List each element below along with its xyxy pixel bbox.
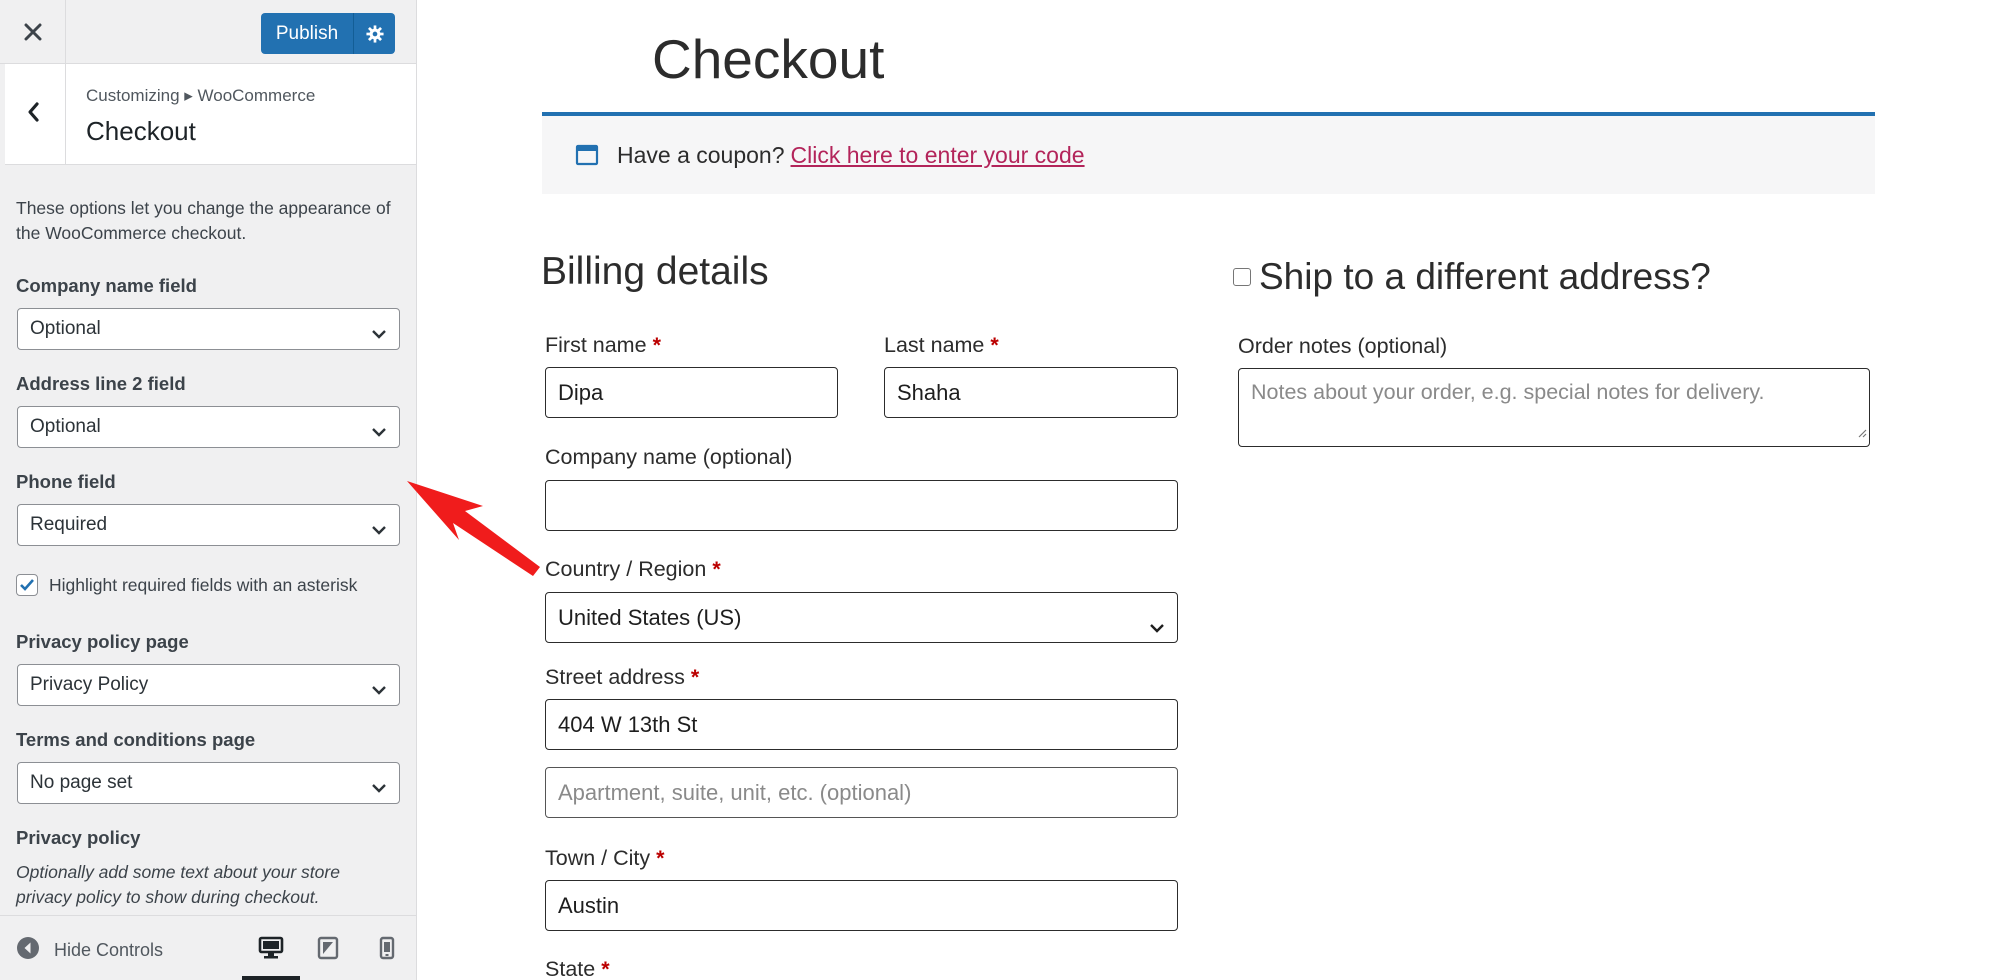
close-icon	[24, 15, 42, 49]
required-mark: *	[990, 333, 999, 357]
chevron-down-icon	[371, 777, 387, 799]
coupon-text: Have a coupon?	[617, 141, 785, 168]
chevron-down-icon	[371, 679, 387, 701]
terms-page-label: Terms and conditions page	[16, 729, 256, 750]
terms-page-value: No page set	[30, 772, 133, 793]
coupon-notice: Have a coupon? Click here to enter your …	[542, 112, 1875, 194]
customizer-footer: Hide Controls	[0, 915, 416, 980]
chevron-left-icon	[26, 101, 40, 128]
back-button[interactable]	[0, 64, 66, 165]
hide-controls-label: Hide Controls	[54, 940, 164, 960]
chevron-down-icon	[371, 323, 387, 345]
ship-different-label: Ship to a different address?	[1259, 256, 1711, 297]
settings-panel: These options let you change the appeara…	[16, 196, 406, 246]
phone-field-select[interactable]: Required	[17, 504, 400, 546]
close-customizer-button[interactable]	[0, 0, 66, 64]
window-icon	[575, 143, 599, 167]
country-select[interactable]: United States (US)	[545, 592, 1178, 643]
publish-button[interactable]: Publish	[261, 13, 395, 54]
privacy-page-select[interactable]: Privacy Policy	[17, 664, 400, 706]
privacy-page-value: Privacy Policy	[30, 674, 149, 695]
phone-field-label: Phone field	[16, 471, 116, 492]
required-mark: *	[652, 333, 661, 357]
chevron-down-icon	[371, 519, 387, 541]
required-mark: *	[601, 957, 610, 980]
phone-field-value: Required	[30, 514, 108, 535]
active-device-indicator	[242, 976, 300, 980]
publish-button-label: Publish	[275, 22, 339, 44]
state-label: State *	[545, 957, 610, 980]
company-field-value: Optional	[30, 318, 101, 339]
privacy-page-label: Privacy policy page	[16, 631, 189, 652]
device-tablet-button[interactable]	[313, 936, 343, 964]
address2-field-select[interactable]: Optional	[17, 406, 400, 448]
order-notes-label: Order notes (optional)	[1238, 334, 1448, 358]
street-address-input[interactable]: 404 W 13th St	[545, 699, 1178, 750]
highlight-asterisk-option: Highlight required fields with an asteri…	[16, 574, 357, 596]
section-header: Customizing ▸ WooCommerce Checkout	[0, 64, 416, 165]
city-input[interactable]: Austin	[545, 880, 1178, 931]
highlight-asterisk-label: Highlight required fields with an asteri…	[49, 574, 358, 595]
enter-coupon-link[interactable]: Click here to enter your code	[791, 142, 1085, 169]
first-name-input[interactable]: Dipa	[545, 367, 838, 418]
billing-details-heading: Billing details	[541, 250, 769, 293]
company-name-label: Company name (optional)	[545, 445, 793, 469]
required-mark: *	[656, 846, 665, 870]
address2-field-value: Optional	[30, 416, 101, 437]
mobile-icon	[379, 936, 395, 965]
panel-description: These options let you change the appeara…	[16, 198, 391, 243]
resize-handle-icon[interactable]	[1857, 419, 1867, 444]
required-mark: *	[712, 557, 721, 581]
page-title: Checkout	[652, 28, 885, 90]
privacy-policy-note: Optionally add some text about your stor…	[16, 862, 340, 907]
customizer-sidebar: Publish Customizing ▸ WooCommerce Checko…	[0, 0, 417, 980]
street-address-label: Street address *	[545, 665, 700, 689]
desktop-icon	[258, 936, 284, 965]
hide-controls-button[interactable]: Hide Controls	[16, 936, 163, 965]
terms-page-select[interactable]: No page set	[17, 762, 400, 804]
chevron-down-icon	[371, 421, 387, 443]
customizer-header: Publish	[0, 0, 416, 64]
device-desktop-button[interactable]	[256, 936, 286, 964]
company-field-label: Company name field	[16, 275, 197, 296]
city-label: Town / City *	[545, 846, 665, 870]
last-name-input[interactable]: Shaha	[884, 367, 1178, 418]
address-line2-input[interactable]: Apartment, suite, unit, etc. (optional)	[545, 767, 1178, 818]
company-name-input[interactable]	[545, 480, 1178, 531]
company-field-select[interactable]: Optional	[17, 308, 400, 350]
section-title: Checkout	[86, 116, 196, 146]
highlight-asterisk-checkbox[interactable]	[16, 574, 38, 596]
chevron-down-icon	[1149, 613, 1165, 639]
breadcrumb: Customizing ▸ WooCommerce	[86, 86, 316, 105]
device-mobile-button[interactable]	[372, 936, 402, 964]
country-label: Country / Region *	[545, 557, 721, 581]
required-mark: *	[690, 665, 700, 689]
collapse-icon	[16, 936, 40, 965]
first-name-label: First name *	[545, 333, 661, 357]
red-arrow-annotation	[407, 481, 540, 576]
privacy-policy-label: Privacy policy	[16, 827, 141, 848]
ship-different-address: Ship to a different address?	[1233, 256, 1711, 298]
last-name-label: Last name *	[884, 333, 999, 357]
address2-field-label: Address line 2 field	[16, 373, 186, 394]
order-notes-textarea[interactable]: Notes about your order, e.g. special not…	[1238, 368, 1870, 447]
gear-icon[interactable]	[353, 13, 395, 54]
ship-different-checkbox[interactable]	[1233, 268, 1251, 286]
tablet-icon	[317, 936, 339, 965]
